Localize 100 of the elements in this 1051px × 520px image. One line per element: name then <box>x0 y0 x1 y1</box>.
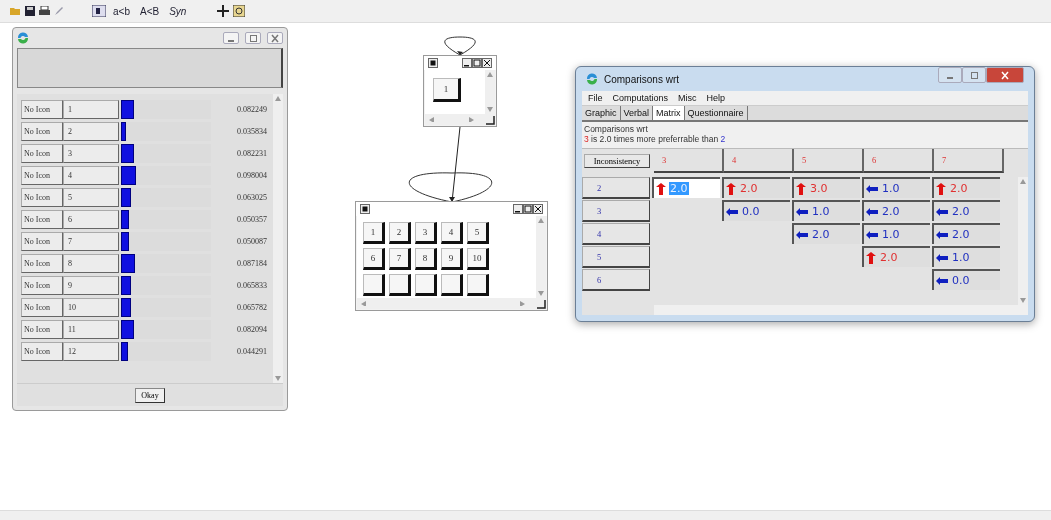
scrollbar[interactable] <box>273 94 283 383</box>
name-field[interactable]: 2 <box>63 121 119 141</box>
close-button[interactable] <box>533 204 543 214</box>
comparison-cell[interactable]: 2.0 <box>932 223 1000 244</box>
number-button[interactable]: 1 <box>363 222 385 244</box>
number-button[interactable] <box>389 274 411 296</box>
name-field[interactable]: 7 <box>63 231 119 251</box>
okay-button[interactable]: Okay <box>135 387 165 403</box>
scrollbar[interactable] <box>485 70 495 114</box>
scroll-left-arrow-icon[interactable] <box>361 301 367 306</box>
name-field[interactable]: 9 <box>63 275 119 295</box>
tab[interactable]: Matrix <box>653 106 685 120</box>
maximize-button[interactable] <box>245 32 261 44</box>
maximize-button[interactable] <box>523 204 533 214</box>
comparison-cell[interactable]: 0.0 <box>722 200 790 221</box>
scroll-up-arrow-icon[interactable] <box>275 96 281 101</box>
number-button[interactable]: 1 <box>433 78 461 102</box>
comparison-cell[interactable]: 2.0 <box>792 223 860 244</box>
number-button[interactable]: 3 <box>415 222 437 244</box>
comparison-cell[interactable]: 2.0 <box>862 200 930 221</box>
icon-button[interactable]: No Icon <box>21 209 63 229</box>
system-menu-button[interactable] <box>360 204 370 214</box>
icon-button[interactable]: No Icon <box>21 143 63 163</box>
cross-icon[interactable] <box>217 5 230 17</box>
icon-button[interactable]: No Icon <box>21 275 63 295</box>
minimize-button[interactable] <box>513 204 523 214</box>
name-field[interactable]: 6 <box>63 209 119 229</box>
tab[interactable]: Verbal <box>620 106 654 120</box>
minimize-button[interactable] <box>462 58 472 68</box>
toolbar-button[interactable]: a<b <box>110 5 133 17</box>
scroll-down-arrow-icon[interactable] <box>538 291 544 296</box>
name-field[interactable]: 11 <box>63 319 119 339</box>
menu-item[interactable]: Misc <box>678 93 697 103</box>
name-field[interactable]: 8 <box>63 253 119 273</box>
name-field[interactable]: 3 <box>63 143 119 163</box>
comparison-cell[interactable]: 1.0 <box>792 200 860 221</box>
save-icon[interactable] <box>25 6 35 16</box>
number-button[interactable]: 8 <box>415 248 437 270</box>
menu-item[interactable]: Help <box>706 93 726 103</box>
number-button[interactable]: 7 <box>389 248 411 270</box>
comparison-cell[interactable]: 2.0 <box>932 200 1000 221</box>
comparison-cell[interactable]: 0.0 <box>932 269 1000 290</box>
number-button[interactable]: 4 <box>441 222 463 244</box>
name-field[interactable]: 5 <box>63 187 119 207</box>
tab[interactable]: Graphic <box>582 106 621 120</box>
icon-button[interactable]: No Icon <box>21 319 63 339</box>
inconsistency-button[interactable]: Inconsistency <box>584 154 650 168</box>
menu-item[interactable]: Computations <box>612 93 669 103</box>
scroll-down-arrow-icon[interactable] <box>487 107 493 112</box>
comparison-cell[interactable]: 1.0 <box>862 177 930 198</box>
scroll-up-arrow-icon[interactable] <box>487 72 493 77</box>
number-button[interactable]: 2 <box>389 222 411 244</box>
pencil-icon[interactable] <box>54 6 64 16</box>
scroll-right-arrow-icon[interactable] <box>469 117 475 122</box>
number-button[interactable]: 10 <box>467 248 489 270</box>
icon-button[interactable]: No Icon <box>21 231 63 251</box>
toolbar-button[interactable]: Syn <box>166 5 190 17</box>
comparison-cell[interactable]: 1.0 <box>862 223 930 244</box>
name-field[interactable]: 10 <box>63 297 119 317</box>
icon-button[interactable]: No Icon <box>21 187 63 207</box>
name-field[interactable]: 12 <box>63 341 119 361</box>
name-field[interactable]: 4 <box>63 165 119 185</box>
number-button[interactable] <box>441 274 463 296</box>
scroll-down-arrow-icon[interactable] <box>1020 298 1026 303</box>
icon-button[interactable]: No Icon <box>21 121 63 141</box>
number-button[interactable]: 9 <box>441 248 463 270</box>
tab[interactable]: Questionnaire <box>684 106 748 120</box>
scroll-left-arrow-icon[interactable] <box>429 117 435 122</box>
comparison-cell[interactable]: 1.0 <box>932 246 1000 267</box>
maximize-button[interactable] <box>472 58 482 68</box>
close-button[interactable] <box>482 58 492 68</box>
chart-icon[interactable] <box>92 5 106 17</box>
scroll-up-arrow-icon[interactable] <box>1020 179 1026 184</box>
priority-value: 0.044291 <box>237 346 267 356</box>
help-icon[interactable] <box>233 5 246 17</box>
scroll-up-arrow-icon[interactable] <box>538 218 544 223</box>
number-button[interactable]: 5 <box>467 222 489 244</box>
toolbar-button[interactable]: A<B <box>136 5 163 17</box>
icon-button[interactable]: No Icon <box>21 253 63 273</box>
scrollbar[interactable] <box>654 305 1028 315</box>
scrollbar[interactable] <box>536 216 546 298</box>
name-field[interactable]: 1 <box>63 99 119 119</box>
icon-button[interactable]: No Icon <box>21 99 63 119</box>
maximize-button[interactable] <box>962 67 986 83</box>
scrollbar[interactable] <box>1018 177 1028 305</box>
scrollbar[interactable] <box>0 510 1051 520</box>
icon-button[interactable]: No Icon <box>21 341 63 361</box>
number-button[interactable]: 6 <box>363 248 385 270</box>
icon-button[interactable]: No Icon <box>21 165 63 185</box>
print-icon[interactable] <box>39 6 50 16</box>
resize-grip-icon[interactable] <box>485 114 495 125</box>
resize-grip-icon[interactable] <box>536 298 546 309</box>
number-button[interactable] <box>363 274 385 296</box>
number-button[interactable] <box>467 274 489 296</box>
scroll-down-arrow-icon[interactable] <box>275 376 281 381</box>
icon-button[interactable]: No Icon <box>21 297 63 317</box>
menu-item[interactable]: File <box>588 93 603 103</box>
number-button[interactable] <box>415 274 437 296</box>
system-menu-button[interactable] <box>428 58 438 68</box>
scroll-right-arrow-icon[interactable] <box>520 301 526 306</box>
